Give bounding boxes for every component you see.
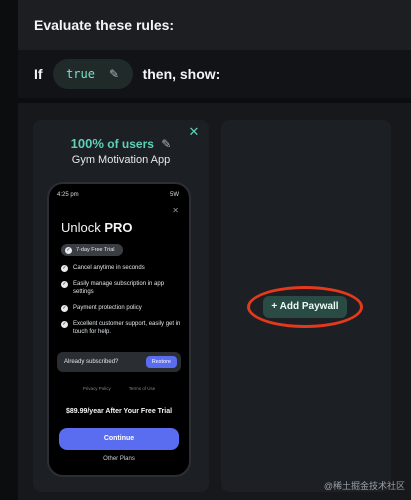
add-paywall-button[interactable]: + Add Paywall xyxy=(263,296,347,318)
restore-button: Restore xyxy=(145,356,177,368)
feature-item: ✓ Easily manage subscription in app sett… xyxy=(61,280,183,296)
rules-header: Evaluate these rules: xyxy=(18,0,411,50)
feature-label: Excellent customer support, easily get i… xyxy=(73,321,181,335)
paywall-close-icon: ✕ xyxy=(172,206,179,215)
app-name: Gym Motivation App xyxy=(71,154,171,166)
status-signal: 5W xyxy=(170,192,179,198)
rules-title: Evaluate these rules: xyxy=(34,17,175,33)
edit-percent-icon[interactable]: ✎ xyxy=(161,137,171,151)
status-time: 4:25 pm xyxy=(57,192,79,198)
title-bold: PRO xyxy=(104,220,133,235)
check-icon: ✓ xyxy=(61,265,68,272)
feature-label: Cancel anytime in seconds xyxy=(73,265,145,271)
other-plans-link: Other Plans xyxy=(103,456,135,462)
edit-pencil-icon[interactable]: ✎ xyxy=(109,67,119,81)
then-label: then, show: xyxy=(142,66,221,82)
watermark: @稀土掘金技术社区 xyxy=(323,481,405,491)
feature-item: ✓ Excellent customer support, easily get… xyxy=(61,320,183,336)
already-subscribed-label: Already subscribed? xyxy=(64,359,119,365)
phone-notch xyxy=(95,184,145,196)
rule-row: If true ✎ then, show: xyxy=(18,50,411,98)
audience-percent: 100% of users ✎ xyxy=(33,136,209,151)
privacy-link: Privacy Policy xyxy=(82,386,111,391)
terms-link: Terms of Use xyxy=(128,386,156,391)
paywall-title: Unlock PRO xyxy=(61,220,133,235)
check-icon: ✓ xyxy=(61,305,68,312)
already-subscribed-bar: Already subscribed? Restore xyxy=(57,352,181,372)
check-icon: ✓ xyxy=(61,321,68,328)
feature-item: ✓ Cancel anytime in seconds xyxy=(61,264,183,272)
continue-button: Continue xyxy=(59,428,179,450)
check-icon: ✓ xyxy=(61,281,68,288)
price-text: $89.99/year After Your Free Trial xyxy=(65,408,173,415)
phone-preview: 4:25 pm 5W ✕ Unlock PRO ✓ 7-day Free Tri… xyxy=(47,182,191,477)
feature-label: Payment protection policy xyxy=(73,305,142,311)
legal-links: Privacy Policy Terms of Use xyxy=(57,386,181,391)
feature-item: ✓ Payment protection policy xyxy=(61,304,183,312)
check-icon: ✓ xyxy=(65,246,72,254)
feature-label: Easily manage subscription in app settin… xyxy=(73,281,165,295)
if-label: If xyxy=(34,66,43,82)
trial-badge-label: 7-day Free Trial xyxy=(76,247,115,253)
condition-value: true xyxy=(66,67,95,81)
condition-pill[interactable]: true ✎ xyxy=(52,59,133,89)
trial-badge: ✓ 7-day Free Trial xyxy=(61,244,123,256)
percent-value[interactable]: 100% xyxy=(71,136,104,151)
percent-suffix: of users xyxy=(107,137,154,151)
title-light: Unlock xyxy=(61,220,101,235)
